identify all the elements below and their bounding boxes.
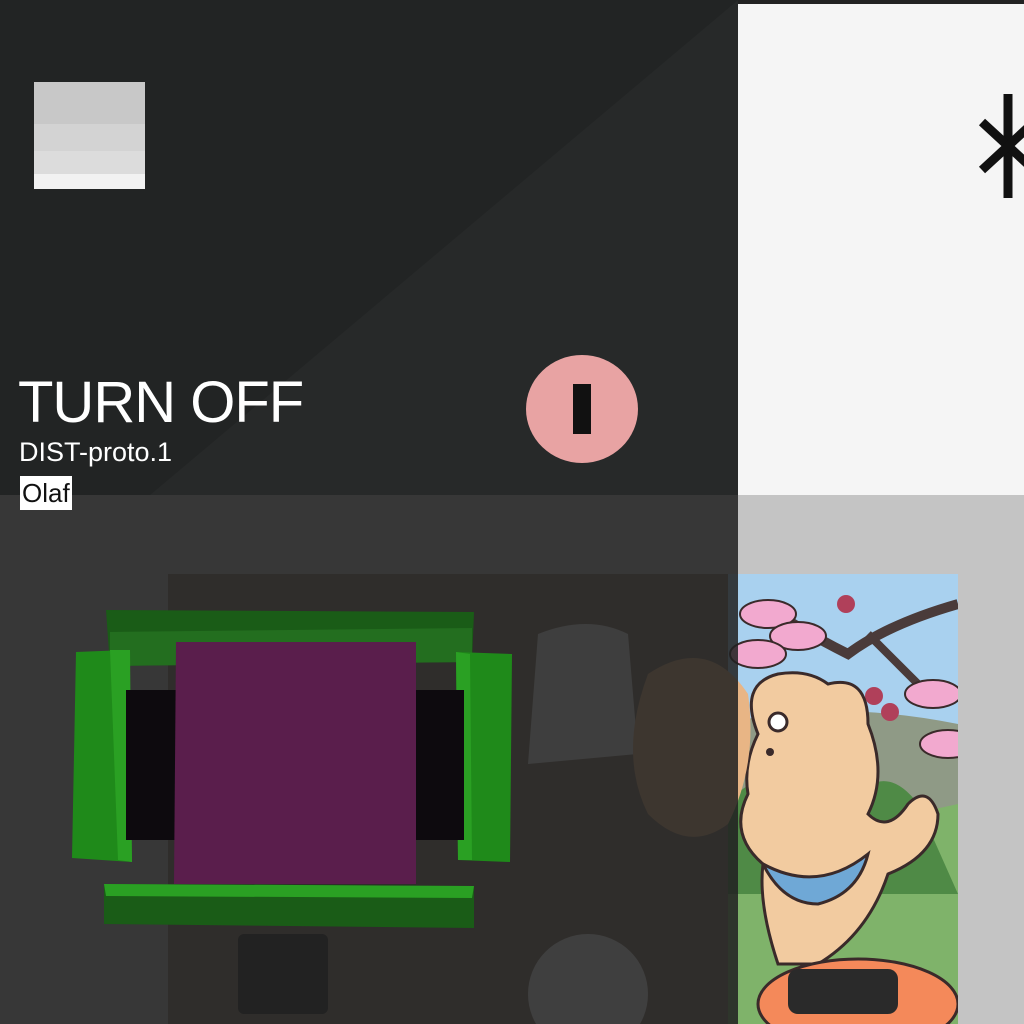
panel-top-border: [738, 0, 1024, 4]
asterisk-icon: [978, 94, 1024, 198]
thumbnail-image[interactable]: [34, 82, 145, 189]
device-control-overlay: TURN OFF DIST-proto.1 Olaf: [0, 0, 738, 1024]
power-off-icon: [573, 384, 591, 434]
action-title: TURN OFF: [18, 370, 304, 435]
device-name: DIST-proto.1: [19, 437, 173, 467]
frame-3d-render: [72, 610, 512, 928]
preview-panel: [738, 0, 1024, 495]
owner-tag: Olaf: [20, 476, 72, 510]
power-off-button[interactable]: [526, 355, 638, 463]
